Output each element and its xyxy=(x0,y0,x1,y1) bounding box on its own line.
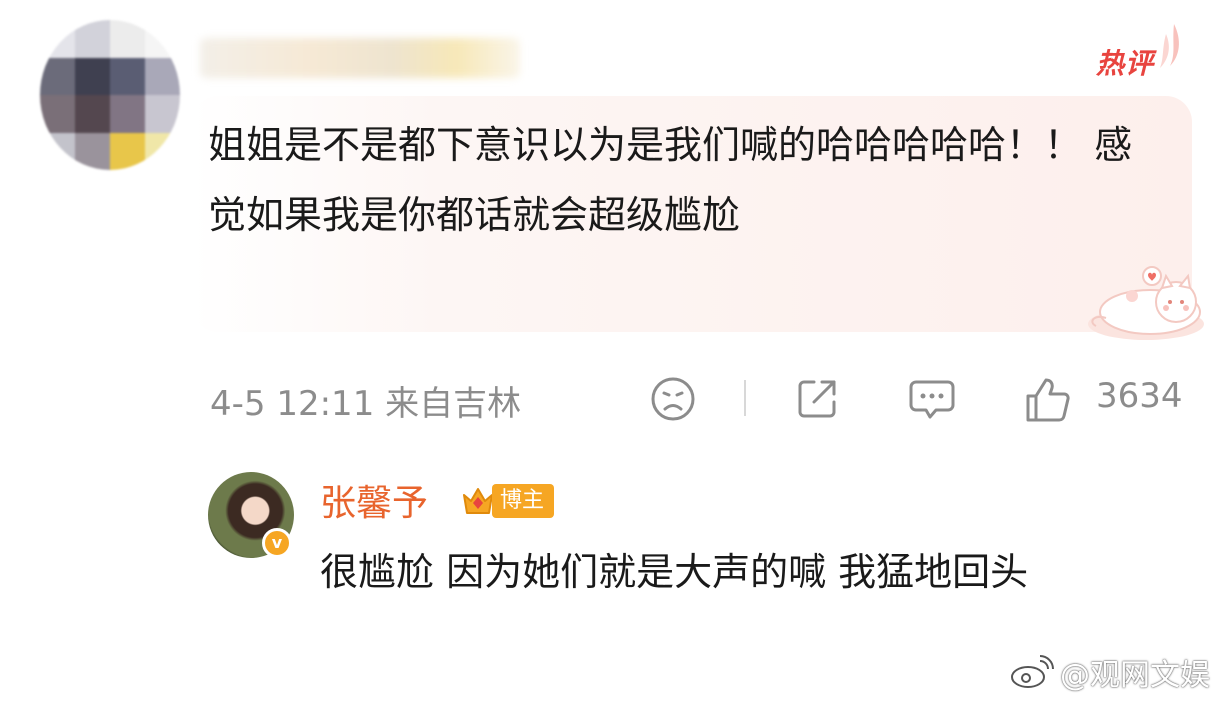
crown-icon xyxy=(463,488,493,514)
share-icon[interactable] xyxy=(794,376,840,422)
blogger-badge: 博主 xyxy=(460,482,555,520)
commenter-name-blurred[interactable] xyxy=(200,38,520,78)
comment-timestamp: 4-5 12:11 来自吉林 xyxy=(210,376,521,425)
blogger-badge-label: 博主 xyxy=(492,484,555,518)
comment-time: 4-5 12:11 xyxy=(210,384,375,424)
meta-divider xyxy=(744,380,746,416)
reply-text: 很尴尬 因为她们就是大声的喊 我猛地回头 xyxy=(320,550,1029,594)
comment-text: 姐姐是不是都下意识以为是我们喊的哈哈哈哈哈！！ 感觉如果我是你都话就会超级尴尬 xyxy=(208,123,1133,237)
commenter-avatar-blurred[interactable] xyxy=(40,20,180,170)
weibo-logo-icon xyxy=(1011,655,1054,688)
sad-face-icon[interactable] xyxy=(650,376,696,422)
verified-badge-icon: v xyxy=(262,528,292,558)
watermark: @观网文娱 xyxy=(1010,650,1210,694)
watermark-text: @观网文娱 xyxy=(1060,658,1210,693)
comment-icon[interactable] xyxy=(908,376,956,422)
thumbs-up-icon[interactable] xyxy=(1024,376,1072,424)
hot-comment-label: 热评 xyxy=(1096,47,1155,80)
cat-decoration-icon xyxy=(1088,266,1204,340)
hot-comment-badge: 热评 xyxy=(1094,24,1186,80)
reply-author-name[interactable]: 张馨予 xyxy=(320,474,428,526)
comment-meta-row: 4-5 12:11 来自吉林 3634 xyxy=(210,372,1200,424)
comment-location: 来自吉林 xyxy=(385,384,522,424)
like-count: 3634 xyxy=(1096,376,1183,416)
